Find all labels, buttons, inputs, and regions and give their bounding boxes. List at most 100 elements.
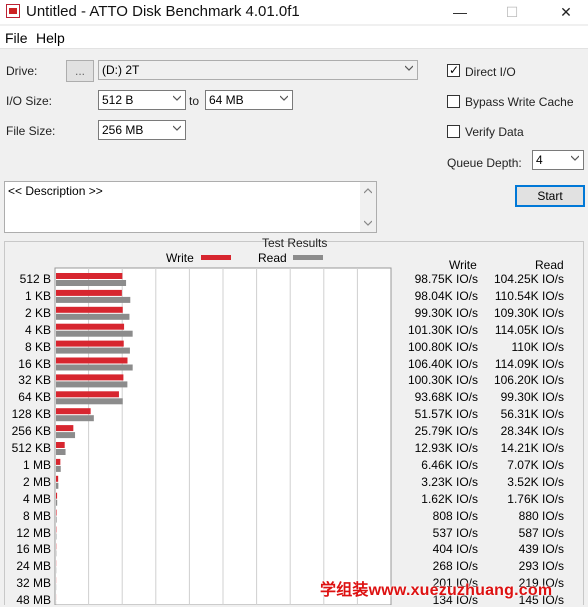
read-value: 114.09K IO/s — [495, 357, 564, 371]
read-value: 14.21K IO/s — [501, 441, 564, 455]
app-icon — [6, 4, 20, 18]
maximize-icon: ☐ — [506, 4, 519, 20]
read-value: 293 IO/s — [519, 559, 564, 573]
start-button[interactable]: Start — [515, 185, 585, 207]
read-value: 109.30K IO/s — [494, 306, 564, 320]
read-value: 1.76K IO/s — [507, 492, 564, 506]
browse-button[interactable]: ... — [66, 60, 94, 82]
row-label: 16 KB — [3, 357, 51, 371]
write-value: 100.80K IO/s — [408, 340, 478, 354]
write-value: 51.57K IO/s — [415, 407, 478, 421]
read-value: 56.31K IO/s — [501, 407, 564, 421]
file-size-value: 256 MB — [102, 123, 143, 137]
row-label: 24 MB — [3, 559, 51, 573]
write-value: 3.23K IO/s — [421, 475, 478, 489]
read-value: 587 IO/s — [519, 526, 564, 540]
row-label: 256 KB — [3, 424, 51, 438]
write-value: 6.46K IO/s — [421, 458, 478, 472]
row-label: 64 KB — [3, 390, 51, 404]
chevron-up-icon — [364, 188, 372, 194]
queue-depth-label: Queue Depth: — [447, 156, 522, 170]
drive-value: (D:) 2T — [102, 63, 139, 77]
drive-label: Drive: — [6, 64, 37, 78]
io-size-label: I/O Size: — [6, 94, 52, 108]
row-label: 8 MB — [3, 509, 51, 523]
description-scrollbar[interactable] — [360, 182, 376, 232]
row-label: 128 KB — [3, 407, 51, 421]
write-value: 99.30K IO/s — [415, 306, 478, 320]
legend-write-swatch — [201, 255, 231, 260]
row-label: 2 MB — [3, 475, 51, 489]
read-value: 3.52K IO/s — [507, 475, 564, 489]
chevron-down-icon — [173, 94, 181, 102]
chevron-down-icon — [364, 220, 372, 226]
read-value: 28.34K IO/s — [501, 424, 564, 438]
write-value: 101.30K IO/s — [408, 323, 478, 337]
write-value: 106.40K IO/s — [408, 357, 478, 371]
read-value: 104.25K IO/s — [494, 272, 564, 286]
read-value: 880 IO/s — [519, 509, 564, 523]
queue-depth-select[interactable]: 4 — [532, 150, 584, 170]
queue-depth-value: 4 — [536, 153, 543, 167]
window-title: Untitled - ATTO Disk Benchmark 4.01.0f1 — [26, 3, 300, 20]
drive-select[interactable]: (D:) 2T — [98, 60, 418, 80]
write-value: 808 IO/s — [433, 509, 478, 523]
write-value: 98.75K IO/s — [415, 272, 478, 286]
row-label: 1 KB — [3, 289, 51, 303]
read-value: 114.05K IO/s — [495, 323, 564, 337]
chevron-down-icon — [571, 154, 579, 162]
row-label: 32 MB — [3, 576, 51, 590]
maximize-button[interactable]: ☐ — [492, 0, 532, 24]
description-text: << Description >> — [8, 184, 103, 198]
write-value: 1.62K IO/s — [421, 492, 478, 506]
chevron-down-icon — [280, 94, 288, 102]
direct-io-checkbox[interactable]: ✓ — [447, 64, 460, 77]
minimize-button[interactable]: — — [440, 0, 480, 24]
file-size-label: File Size: — [6, 124, 55, 138]
watermark: 学组装www.xuezuzhuang.com — [320, 576, 552, 600]
legend-read-label: Read — [258, 251, 287, 265]
row-label: 4 MB — [3, 492, 51, 506]
verify-data-label[interactable]: Verify Data — [465, 125, 524, 139]
close-icon: ✕ — [560, 4, 572, 20]
write-value: 93.68K IO/s — [415, 390, 478, 404]
row-label: 4 KB — [3, 323, 51, 337]
write-value: 100.30K IO/s — [408, 373, 478, 387]
to-label: to — [189, 94, 199, 108]
write-value: 25.79K IO/s — [415, 424, 478, 438]
io-from-value: 512 B — [102, 93, 133, 107]
file-size-select[interactable]: 256 MB — [98, 120, 186, 140]
row-label: 16 MB — [3, 542, 51, 556]
menu-bar — [0, 26, 588, 49]
row-label: 512 KB — [3, 441, 51, 455]
row-label: 32 KB — [3, 373, 51, 387]
io-size-from-select[interactable]: 512 B — [98, 90, 186, 110]
legend-read-swatch — [293, 255, 323, 260]
direct-io-label[interactable]: Direct I/O — [465, 65, 516, 79]
read-value: 110K IO/s — [512, 340, 564, 354]
row-label: 8 KB — [3, 340, 51, 354]
menu-help[interactable]: Help — [36, 30, 65, 46]
results-title: Test Results — [262, 236, 327, 250]
close-button[interactable]: ✕ — [546, 0, 586, 24]
row-label: 12 MB — [3, 526, 51, 540]
minimize-icon: — — [453, 4, 467, 20]
write-value: 98.04K IO/s — [415, 289, 478, 303]
io-to-value: 64 MB — [209, 93, 244, 107]
write-value: 537 IO/s — [433, 526, 478, 540]
read-value: 439 IO/s — [519, 542, 564, 556]
column-write-header: Write — [449, 258, 477, 272]
bypass-write-cache-label[interactable]: Bypass Write Cache — [465, 95, 574, 109]
description-textarea[interactable]: << Description >> — [4, 181, 377, 233]
io-size-to-select[interactable]: 64 MB — [205, 90, 293, 110]
row-label: 1 MB — [3, 458, 51, 472]
write-value: 268 IO/s — [433, 559, 478, 573]
chevron-down-icon — [405, 64, 413, 72]
read-value: 110.54K IO/s — [495, 289, 564, 303]
column-read-header: Read — [535, 258, 564, 272]
read-value: 106.20K IO/s — [494, 373, 564, 387]
bypass-write-cache-checkbox[interactable] — [447, 95, 460, 108]
menu-file[interactable]: File — [5, 30, 28, 46]
verify-data-checkbox[interactable] — [447, 125, 460, 138]
read-value: 7.07K IO/s — [507, 458, 564, 472]
